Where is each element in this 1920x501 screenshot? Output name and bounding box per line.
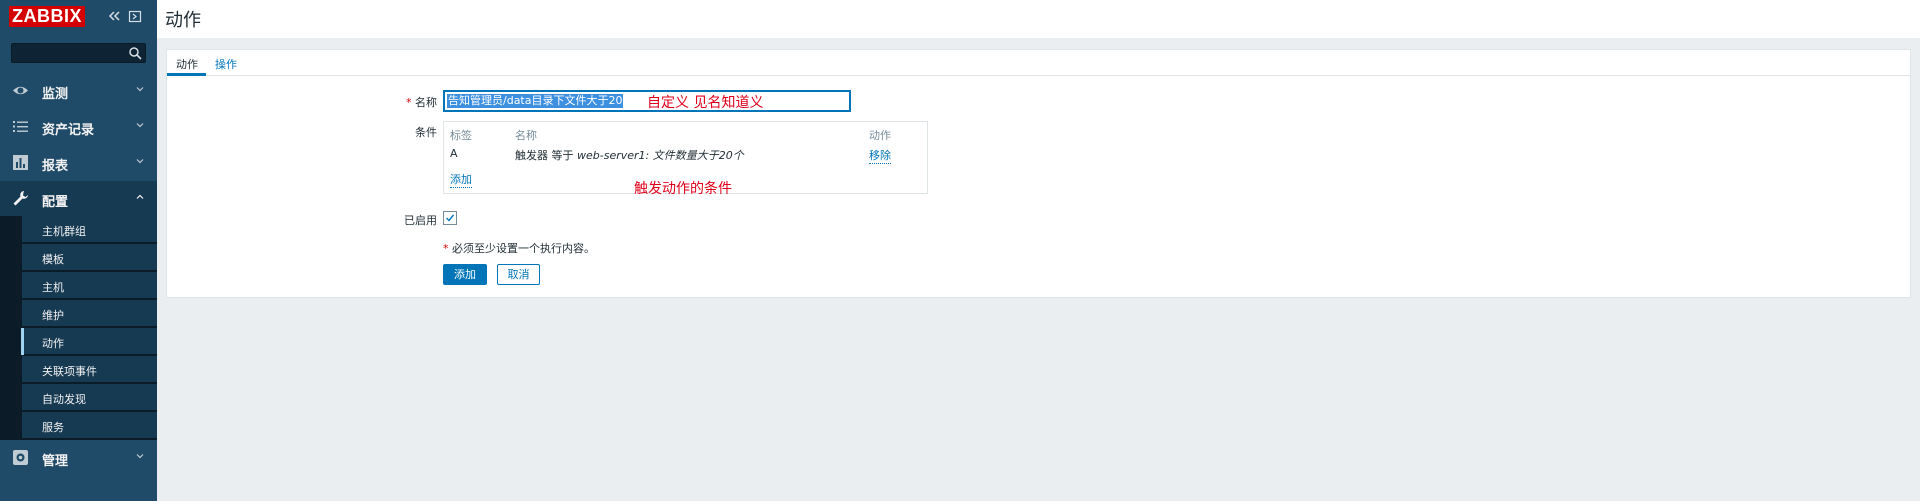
sidebar-search-input[interactable] <box>11 43 146 63</box>
add-button[interactable]: 添加 <box>443 264 487 285</box>
name-annotation: 自定义 见名知道义 <box>647 95 764 111</box>
wrench-icon <box>13 191 28 206</box>
condition-row-name: 触发器 等于 web-server1: 文件数量大于20个 <box>515 147 744 163</box>
sidebar: ZABBIX 监测 资产记录 报表 配置 主机群组 模板 主机 维护 动作 关联… <box>0 0 157 501</box>
menu-administration[interactable]: 管理 <box>0 440 157 476</box>
submenu-item-host-groups[interactable]: 主机群组 <box>22 216 157 243</box>
submenu-item-maintenance[interactable]: 维护 <box>22 300 157 327</box>
condition-detail: web-server1: 文件数量大于20个 <box>577 149 744 162</box>
menu-monitoring-label: 监测 <box>42 87 69 102</box>
checkmark-icon <box>446 214 455 222</box>
submenu-item-label: 模板 <box>42 253 64 266</box>
search-icon[interactable] <box>128 46 142 60</box>
hide-sidebar-icon[interactable] <box>128 9 142 23</box>
col-header-name: 名称 <box>515 129 537 142</box>
submenu-item-templates[interactable]: 模板 <box>22 244 157 271</box>
submenu-item-label: 主机群组 <box>42 225 86 238</box>
configuration-submenu: 主机群组 模板 主机 维护 动作 关联项事件 自动发现 服务 <box>0 216 157 440</box>
submenu-item-label: 服务 <box>42 421 64 434</box>
bar-chart-icon <box>13 155 28 170</box>
submenu-item-actions[interactable]: 动作 <box>21 328 157 355</box>
submenu-item-services[interactable]: 服务 <box>22 412 157 439</box>
submenu-item-hosts[interactable]: 主机 <box>22 272 157 299</box>
menu-reports[interactable]: 报表 <box>0 145 157 181</box>
menu-inventory[interactable]: 资产记录 <box>0 109 157 145</box>
chevron-down-icon <box>136 123 144 128</box>
conditions-label: 条件 <box>415 126 437 139</box>
tab-bar: 动作 操作 <box>167 50 1910 76</box>
name-label-row: * 名称 <box>377 94 437 110</box>
menu-monitoring[interactable]: 监测 <box>0 73 157 109</box>
col-header-label: 标签 <box>450 129 472 142</box>
submenu-item-event-correlation[interactable]: 关联项事件 <box>22 356 157 383</box>
remove-condition-link[interactable]: 移除 <box>869 147 891 164</box>
chevron-down-icon <box>136 454 144 459</box>
condition-row-label: A <box>450 147 458 160</box>
zabbix-logo[interactable]: ZABBIX <box>9 6 85 27</box>
condition-prefix: 触发器 等于 <box>515 149 577 162</box>
action-form-panel: 动作 操作 * 名称 告知管理员/data目录下文件大于20 自定义 见名知道义… <box>166 49 1911 298</box>
chevron-up-icon <box>136 194 144 199</box>
submenu-item-label: 维护 <box>42 309 64 322</box>
collapse-sidebar-icon[interactable] <box>107 9 121 23</box>
enabled-label: 已启用 <box>404 214 437 227</box>
cancel-button[interactable]: 取消 <box>497 264 540 285</box>
menu-reports-label: 报表 <box>42 159 69 174</box>
submenu-item-discovery[interactable]: 自动发现 <box>22 384 157 411</box>
submenu-item-label: 自动发现 <box>42 393 86 406</box>
active-tab-indicator <box>167 73 206 76</box>
menu-configuration-label: 配置 <box>42 195 69 210</box>
submenu-item-label: 动作 <box>42 337 64 350</box>
tab-action[interactable]: 动作 <box>176 56 198 72</box>
menu-inventory-label: 资产记录 <box>42 123 95 138</box>
required-warning: * 必须至少设置一个执行内容。 <box>443 240 595 256</box>
tab-operations[interactable]: 操作 <box>215 56 237 72</box>
gear-icon <box>13 450 28 465</box>
warning-text: 必须至少设置一个执行内容。 <box>452 242 595 255</box>
page-title: 动作 <box>165 10 201 31</box>
conditions-annotation: 触发动作的条件 <box>634 181 732 197</box>
eye-icon <box>13 86 28 95</box>
chevron-down-icon <box>136 159 144 164</box>
list-icon <box>13 121 28 132</box>
col-header-action: 动作 <box>869 129 891 142</box>
submenu-item-label: 关联项事件 <box>42 365 97 378</box>
chevron-down-icon <box>136 87 144 92</box>
submenu-item-label: 主机 <box>42 281 64 294</box>
name-label: 名称 <box>415 96 437 109</box>
menu-administration-label: 管理 <box>42 454 69 469</box>
required-asterisk: * <box>406 96 415 109</box>
add-condition-link[interactable]: 添加 <box>450 171 472 188</box>
enabled-checkbox[interactable] <box>443 211 457 225</box>
page-header: 动作 <box>157 0 1920 38</box>
name-input-value: 告知管理员/data目录下文件大于20 <box>447 94 624 108</box>
menu-configuration[interactable]: 配置 <box>0 181 157 217</box>
required-asterisk: * <box>443 242 452 255</box>
